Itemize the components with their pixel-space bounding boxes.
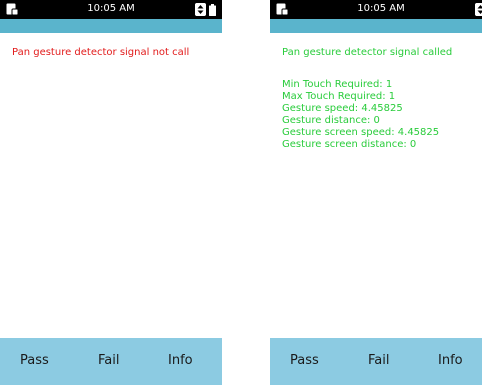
gesture-screen-distance: Gesture screen distance: 0 <box>282 139 417 150</box>
gesture-distance: Gesture distance: 0 <box>282 115 380 126</box>
status-icons <box>475 3 482 16</box>
fail-button[interactable]: Fail <box>368 353 389 369</box>
pass-button[interactable]: Pass <box>20 353 49 369</box>
min-touch-required: Min Touch Required: 1 <box>282 79 393 90</box>
status-time: 10:05 AM <box>357 3 405 14</box>
status-bar: 10:05 AM <box>0 0 222 19</box>
status-time: 10:05 AM <box>87 3 135 14</box>
pass-button[interactable]: Pass <box>290 353 319 369</box>
button-bar: Pass Fail Info <box>270 338 482 385</box>
info-button[interactable]: Info <box>168 353 193 369</box>
status-bar: 10:05 AM <box>270 0 482 19</box>
signal-status-message: Pan gesture detector signal called <box>282 47 453 58</box>
title-bar <box>270 19 482 33</box>
content-area: Pan gesture detector signal called Min T… <box>282 40 482 151</box>
left-screen: 10:05 AM Pan gesture detector signal not… <box>0 0 222 385</box>
updown-arrows-icon <box>475 3 482 16</box>
title-bar <box>0 19 222 33</box>
right-screen: 10:05 AM Pan gesture detector signal cal… <box>270 0 482 385</box>
updown-arrows-icon <box>195 3 206 16</box>
content-area: Pan gesture detector signal not call <box>12 40 216 59</box>
gesture-speed: Gesture speed: 4.45825 <box>282 103 403 114</box>
button-bar: Pass Fail Info <box>0 338 222 385</box>
max-touch-required: Max Touch Required: 1 <box>282 91 396 102</box>
gesture-screen-speed: Gesture screen speed: 4.45825 <box>282 127 440 138</box>
gesture-details: Min Touch Required: 1 Max Touch Required… <box>282 79 482 151</box>
status-icons <box>195 3 216 16</box>
info-button[interactable]: Info <box>438 353 463 369</box>
battery-icon <box>209 3 216 16</box>
fail-button[interactable]: Fail <box>98 353 119 369</box>
signal-status-message: Pan gesture detector signal not call <box>12 47 190 58</box>
